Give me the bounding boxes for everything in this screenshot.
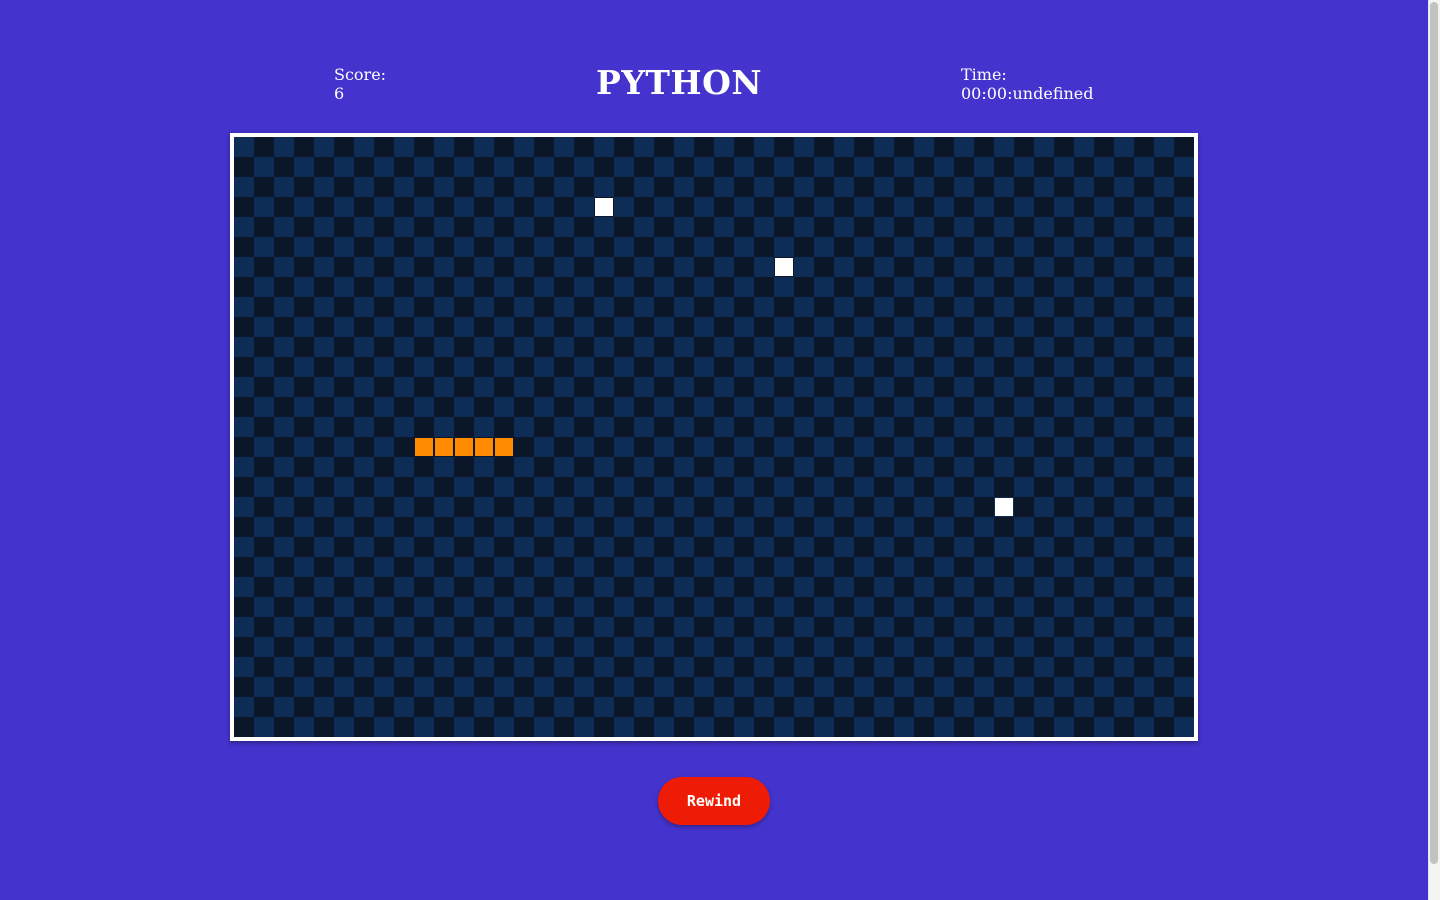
scrollbar-thumb[interactable] (1430, 2, 1438, 864)
food-pellet (595, 198, 613, 216)
rewind-button[interactable]: Rewind (658, 777, 770, 825)
score-display: Score: 6 (334, 65, 386, 103)
game-header: Score: 6 PYTHON Time: 00:00:undefined (0, 0, 1428, 120)
game-title: PYTHON (596, 63, 763, 102)
score-label: Score: (334, 65, 387, 84)
time-label: Time: (961, 65, 1007, 84)
snake-segment (474, 437, 494, 457)
food-pellet (995, 498, 1013, 516)
game-board[interactable] (234, 137, 1194, 737)
time-value: 00:00:undefined (961, 84, 1094, 103)
food-pellet (775, 258, 793, 276)
snake-segment (434, 437, 454, 457)
vertical-scrollbar[interactable] (1428, 0, 1440, 900)
score-value: 6 (334, 84, 345, 103)
snake-segment (454, 437, 474, 457)
time-display: Time: 00:00:undefined (961, 65, 1094, 103)
game-board-frame (230, 133, 1198, 741)
snake-head (494, 437, 514, 457)
snake-segment (414, 437, 434, 457)
